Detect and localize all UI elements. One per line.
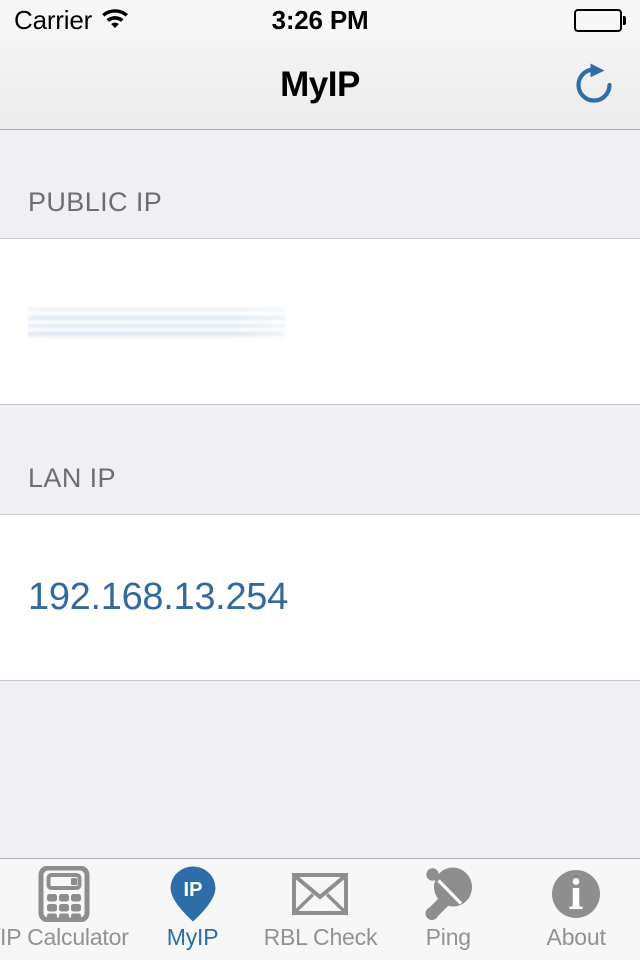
section-header-label: PUBLIC IP (28, 187, 163, 217)
public-ip-value-redacted (28, 304, 285, 339)
status-bar-left: Carrier (14, 5, 272, 36)
tab-bar: IP Calculator IP MyIP RBL Check Ping Abo… (0, 858, 640, 960)
tab-label: MyIP (166, 924, 219, 950)
redaction-fade (28, 304, 285, 339)
svg-text:IP: IP (183, 879, 202, 901)
table-footer-space (0, 681, 640, 853)
lan-ip-cell[interactable]: 192.168.13.254 (0, 515, 640, 681)
ping-pong-paddle-icon (420, 866, 476, 922)
calculator-icon (38, 866, 90, 922)
public-ip-cell[interactable] (0, 239, 640, 405)
status-bar-center: 3:26 PM (272, 5, 369, 36)
lan-ip-value: 192.168.13.254 (28, 576, 288, 618)
battery-body (573, 8, 622, 32)
envelope-icon (292, 866, 349, 922)
tab-label: Ping (425, 924, 471, 950)
navigation-bar: MyIP (0, 40, 640, 130)
tab-label: About (546, 924, 606, 950)
clock-label: 3:26 PM (271, 4, 369, 35)
tab-myip[interactable]: IP MyIP (129, 859, 257, 960)
carrier-label: Carrier (14, 4, 93, 35)
app-screen: Carrier 3:26 PM MyIP PUBLIC IP LAN IP 19… (0, 0, 640, 960)
status-bar: Carrier 3:26 PM (0, 0, 640, 40)
tab-label: RBL Check (263, 924, 378, 950)
info-circle-icon (550, 866, 602, 922)
battery-full-icon (573, 8, 626, 32)
refresh-icon[interactable] (566, 57, 622, 113)
page-title: MyIP (280, 64, 360, 104)
table-view: PUBLIC IP LAN IP 192.168.13.254 (0, 131, 640, 858)
tab-label: IP Calculator (0, 924, 129, 950)
section-header-label: LAN IP (28, 463, 116, 493)
tab-ip-calculator[interactable]: IP Calculator (0, 859, 129, 960)
tab-rbl-check[interactable]: RBL Check (257, 859, 385, 960)
battery-nub (623, 15, 626, 25)
status-bar-right (368, 8, 626, 32)
map-pin-ip-icon: IP (169, 866, 217, 922)
tab-ping[interactable]: Ping (384, 859, 512, 960)
tab-about[interactable]: About (512, 859, 640, 960)
section-header-public-ip: PUBLIC IP (0, 131, 640, 239)
section-header-lan-ip: LAN IP (0, 405, 640, 515)
wifi-icon (101, 7, 129, 33)
